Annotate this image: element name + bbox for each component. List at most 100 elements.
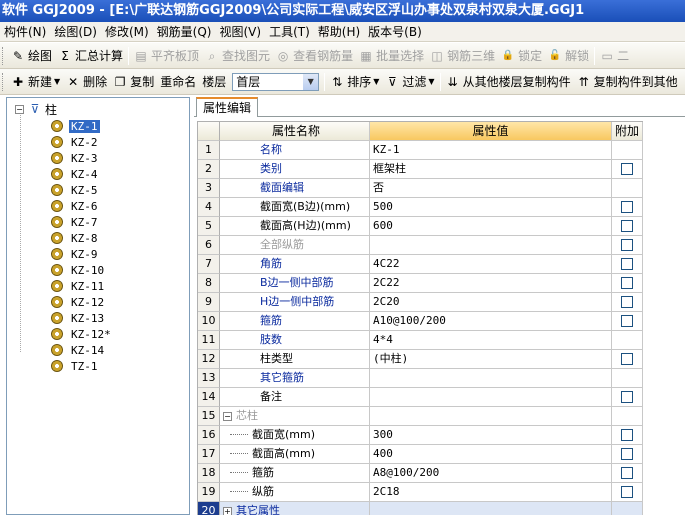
table-row[interactable]: 7 角筋 4C22 [198, 255, 643, 274]
tree-item[interactable]: KZ-12 [51, 294, 106, 310]
table-row[interactable]: 18 箍筋 A8@100/200 [198, 464, 643, 483]
tree-item[interactable]: KZ-5 [51, 182, 100, 198]
table-row[interactable]: 12 柱类型 (中柱) [198, 350, 643, 369]
toolbar-grip[interactable] [2, 46, 5, 65]
property-value[interactable] [370, 388, 612, 407]
toolbar-button-3[interactable]: ⌕ 查找图元 [202, 45, 273, 67]
toolbar-button-2[interactable]: ▤ 平齐板顶 [131, 45, 202, 67]
table-row[interactable]: 11 肢数 4*4 [198, 331, 643, 350]
table-row[interactable]: 3 截面编辑否 [198, 179, 643, 198]
toolbar-grip[interactable] [2, 72, 5, 91]
extra-checkbox[interactable] [621, 277, 633, 289]
menu-item-7[interactable]: 版本号(B) [364, 22, 426, 42]
copy-button[interactable]: ❐ 复制 [110, 71, 157, 93]
table-row[interactable]: 1 名称 KZ-1 [198, 141, 643, 160]
table-row[interactable]: 17 截面高(mm) 400 [198, 445, 643, 464]
property-value[interactable]: 否 [370, 179, 612, 198]
tree-item[interactable]: KZ-4 [51, 166, 100, 182]
toolbar-button-4[interactable]: ◎ 查看钢筋量 [273, 45, 356, 67]
extra-checkbox[interactable] [621, 353, 633, 365]
menu-item-4[interactable]: 视图(V) [215, 22, 265, 42]
table-row[interactable]: 19 纵筋 2C18 [198, 483, 643, 502]
extra-checkbox[interactable] [621, 448, 633, 460]
tree-item[interactable]: KZ-8 [51, 230, 100, 246]
property-value[interactable]: A10@100/200 [370, 312, 612, 331]
tree-item[interactable]: KZ-14 [51, 342, 106, 358]
sort-button[interactable]: ⇅ 排序 ▼ [327, 71, 382, 93]
property-value[interactable]: 4*4 [370, 331, 612, 350]
table-row[interactable]: 6 全部纵筋 [198, 236, 643, 255]
tree-item[interactable]: KZ-6 [51, 198, 100, 214]
property-value[interactable]: 4C22 [370, 255, 612, 274]
table-row[interactable]: 10 箍筋 A10@100/200 [198, 312, 643, 331]
extra-checkbox[interactable] [621, 315, 633, 327]
table-row[interactable]: 2 类别 框架柱 [198, 160, 643, 179]
table-row[interactable]: 16 截面宽(mm) 300 [198, 426, 643, 445]
extra-checkbox[interactable] [621, 220, 633, 232]
chevron-down-icon[interactable]: ▼ [303, 73, 319, 90]
menu-item-1[interactable]: 绘图(D) [50, 22, 101, 42]
collapse-icon[interactable]: − [15, 104, 24, 114]
table-row[interactable]: 5 截面高(H边)(mm) 600 [198, 217, 643, 236]
extra-checkbox[interactable] [621, 239, 633, 251]
menu-item-2[interactable]: 修改(M) [101, 22, 153, 42]
tree-item[interactable]: KZ-2 [51, 134, 100, 150]
toolbar-button-0[interactable]: ✎ 绘图 [8, 45, 55, 67]
menu-item-0[interactable]: 构件(N) [0, 22, 50, 42]
tree-item[interactable]: KZ-12* [51, 326, 113, 342]
menu-item-6[interactable]: 帮助(H) [314, 22, 364, 42]
toolbar-button-7[interactable]: 🔒 锁定 [498, 45, 545, 67]
delete-button[interactable]: ✕ 删除 [63, 71, 110, 93]
property-value[interactable] [370, 407, 612, 426]
table-row[interactable]: 4 截面宽(B边)(mm) 500 [198, 198, 643, 217]
extra-checkbox[interactable] [621, 163, 633, 175]
extra-checkbox[interactable] [621, 258, 633, 270]
property-value[interactable]: 500 [370, 198, 612, 217]
new-button[interactable]: ✚ 新建 ▼ [8, 71, 63, 93]
tree-item[interactable]: KZ-13 [51, 310, 106, 326]
table-row[interactable]: 13 其它箍筋 [198, 369, 643, 388]
tree-item[interactable]: KZ-3 [51, 150, 100, 166]
extra-checkbox[interactable] [621, 467, 633, 479]
copy-to-floor-button[interactable]: ⇈ 复制构件到其他 [574, 71, 681, 93]
extra-checkbox[interactable] [621, 486, 633, 498]
table-row[interactable]: 14 备注 [198, 388, 643, 407]
property-value[interactable]: 2C22 [370, 274, 612, 293]
tree-item[interactable]: KZ-10 [51, 262, 106, 278]
table-row[interactable]: 9 H边一侧中部筋 2C20 [198, 293, 643, 312]
collapse-icon[interactable]: − [223, 411, 232, 421]
property-value[interactable]: A8@100/200 [370, 464, 612, 483]
floor-select[interactable]: 首层 ▼ [232, 72, 320, 91]
tree-root-column[interactable]: − ⊽ 柱 [15, 101, 57, 117]
rename-button[interactable]: 重命名 [157, 71, 199, 93]
property-value[interactable]: 400 [370, 445, 612, 464]
extra-checkbox[interactable] [621, 201, 633, 213]
property-value[interactable]: 框架柱 [370, 160, 612, 179]
property-value[interactable]: 2C20 [370, 293, 612, 312]
property-value[interactable] [370, 369, 612, 388]
toolbar-button-8[interactable]: 🔓 解锁 [545, 45, 592, 67]
extra-checkbox[interactable] [621, 391, 633, 403]
tree-item[interactable]: TZ-1 [51, 358, 100, 374]
property-value[interactable]: 2C18 [370, 483, 612, 502]
property-value[interactable]: KZ-1 [370, 141, 612, 160]
menu-item-3[interactable]: 钢筋量(Q) [153, 22, 216, 42]
copy-from-floor-button[interactable]: ⇊ 从其他楼层复制构件 [443, 71, 574, 93]
toolbar-button-5[interactable]: ▦ 批量选择 [356, 45, 427, 67]
filter-button[interactable]: ⊽ 过滤 ▼ [382, 71, 437, 93]
property-value[interactable]: 300 [370, 426, 612, 445]
property-value[interactable]: (中柱) [370, 350, 612, 369]
tree-item[interactable]: KZ-1 [51, 118, 100, 134]
tab-property-edit[interactable]: 属性编辑 [196, 97, 259, 117]
toolbar-button-6[interactable]: ◫ 钢筋三维 [427, 45, 498, 67]
table-row[interactable]: 8 B边一侧中部筋 2C22 [198, 274, 643, 293]
extra-checkbox[interactable] [621, 296, 633, 308]
toolbar-button-9[interactable]: ▭ 二 [597, 45, 632, 67]
expand-icon[interactable]: + [223, 506, 232, 515]
tree-item[interactable]: KZ-11 [51, 278, 106, 294]
menu-item-5[interactable]: 工具(T) [265, 22, 314, 42]
property-value[interactable] [370, 502, 612, 515]
toolbar-button-1[interactable]: Σ 汇总计算 [55, 45, 126, 67]
table-row[interactable]: 15− 芯柱 [198, 407, 643, 426]
tree-item[interactable]: KZ-7 [51, 214, 100, 230]
